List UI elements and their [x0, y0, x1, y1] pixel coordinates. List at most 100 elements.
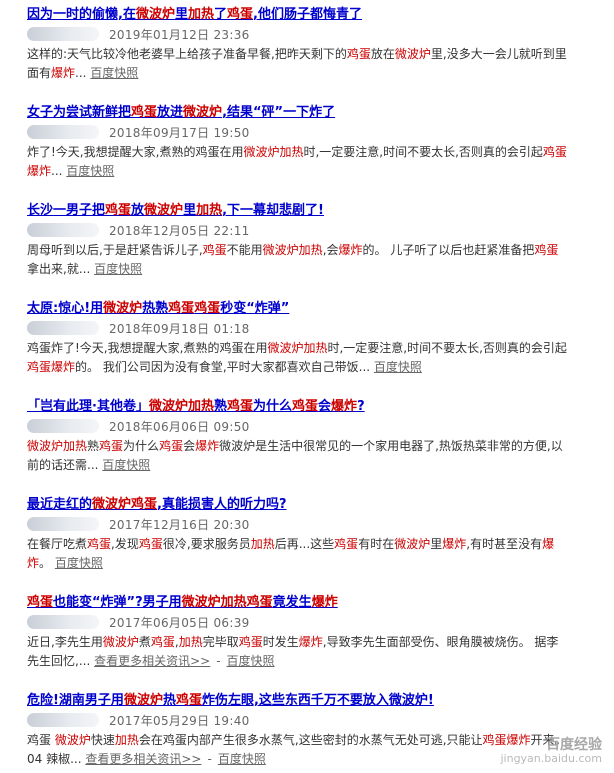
result-abstract: 周母听到以后,于是赶紧告诉儿子,鸡蛋不能用微波炉加热,会爆炸的。 儿子听了以后也… — [27, 241, 567, 279]
title-text: 热熟 — [142, 301, 169, 316]
source-logo-blurred — [27, 125, 99, 139]
title-text: 「岂有此理·其他卷」 — [27, 399, 149, 414]
more-news-link[interactable]: 查看更多相关资讯>> — [85, 752, 201, 766]
title-text: 也能变“炸弹”?男子用 — [53, 595, 182, 610]
result-item: 太原:惊心!用微波炉热熟鸡蛋鸡蛋秒变“炸弹” 2018年09月18日 01:18 鸡… — [27, 300, 602, 377]
title-text: 里 — [174, 7, 188, 22]
title-highlight: 微波炉加热鸡蛋 — [181, 595, 273, 610]
abstract-text: 会在鸡蛋内部产生很多水蒸气,这些密封的水蒸气无处可逃,只能让 — [138, 733, 483, 747]
title-text: 热 — [162, 693, 176, 708]
result-title-link[interactable]: 太原:惊心!用微波炉热熟鸡蛋鸡蛋秒变“炸弹” — [27, 300, 602, 318]
title-text: 因为一时的偷懒,在 — [27, 7, 136, 22]
title-highlight: 微波炉 — [144, 203, 184, 218]
snapshot-link[interactable]: 百度快照 — [227, 654, 275, 668]
abstract-highlight: 爆炸 — [298, 635, 323, 649]
title-text: 炸伤左眼,这些东西千万不要放入微波炉! — [201, 693, 434, 708]
title-highlight: 鸡蛋 — [27, 595, 54, 610]
abstract-text: 时,一定要注意,时间不要太长,否则真的会引起 — [327, 341, 567, 355]
publish-date: 2017年05月29日 19:40 — [109, 713, 250, 728]
abstract-text: 近日,李先生用 — [27, 635, 103, 649]
title-highlight: 微波炉 — [183, 105, 223, 120]
abstract-text: 完毕取 — [202, 635, 239, 649]
abstract-text: 很冷,要求服务员 — [162, 537, 251, 551]
result-abstract: 鸡蛋炸了!今天,我想提醒大家,煮熟的鸡蛋在用微波炉加热时,一定要注意,时间不要太… — [27, 339, 567, 377]
title-highlight: 鸡蛋 — [226, 399, 253, 414]
title-highlight: 鸡蛋 — [175, 693, 202, 708]
title-text: ,他们肠子都悔青了 — [253, 7, 362, 22]
abstract-text: 熟 — [87, 439, 100, 453]
title-text: 放进 — [157, 105, 184, 120]
result-item: 因为一时的偷懒,在微波炉里加热了鸡蛋,他们肠子都悔青了 2019年01月12日 2… — [27, 6, 602, 83]
result-abstract: 近日,李先生用微波炉煮鸡蛋,加热完毕取鸡蛋时发生爆炸,导致李先生面部受伤、眼角膜… — [27, 633, 567, 671]
abstract-highlight: 微波炉 — [394, 47, 431, 61]
title-highlight: 加热 — [187, 7, 214, 22]
snapshot-link[interactable]: 百度快照 — [55, 556, 103, 570]
abstract-text: ,会 — [322, 243, 339, 257]
result-title-link[interactable]: 危险!湖南男子用微波炉热鸡蛋炸伤左眼,这些东西千万不要放入微波炉! — [27, 692, 602, 710]
snapshot-link[interactable]: 百度快照 — [66, 164, 114, 178]
title-highlight: 微波炉 — [103, 301, 143, 316]
abstract-highlight: 鸡蛋 — [150, 635, 175, 649]
publish-date: 2018年09月17日 19:50 — [109, 125, 250, 140]
result-title-link[interactable]: 「岂有此理·其他卷」微波炉加热熟鸡蛋为什么鸡蛋会爆炸? — [27, 398, 602, 416]
abstract-highlight: 鸡蛋 — [202, 243, 227, 257]
result-title-link[interactable]: 最近走红的微波炉鸡蛋,真能损害人的听力吗? — [27, 496, 602, 514]
snapshot-link[interactable]: 百度快照 — [102, 458, 150, 472]
publish-date: 2018年12月05日 22:11 — [109, 223, 250, 238]
title-text: 熟 — [213, 399, 227, 414]
publish-date: 2017年06月05日 06:39 — [109, 615, 250, 630]
link-separator: - — [207, 752, 212, 766]
result-item: 最近走红的微波炉鸡蛋,真能损害人的听力吗? 2017年12月16日 20:30 在餐… — [27, 496, 602, 573]
title-highlight: 微波炉加热 — [148, 399, 214, 414]
snapshot-link[interactable]: 百度快照 — [90, 66, 138, 80]
title-text: 放 — [131, 203, 145, 218]
title-text: 为什么 — [253, 399, 293, 414]
abstract-text: 有时在 — [358, 537, 395, 551]
abstract-highlight: 爆炸 — [195, 439, 220, 453]
source-logo-blurred — [27, 321, 99, 335]
baidu-jingyan-watermark: 百度经验 jingyan.baidu.com — [500, 738, 602, 765]
title-highlight: 微波炉 — [135, 7, 175, 22]
title-text: 太原:惊心!用 — [27, 301, 104, 316]
result-item: 鸡蛋也能变“炸弹”?男子用微波炉加热鸡蛋竟发生爆炸 2017年06月05日 06:… — [27, 594, 602, 671]
more-news-link[interactable]: 查看更多相关资讯>> — [94, 654, 210, 668]
abstract-text: 不能用 — [226, 243, 263, 257]
result-title-link[interactable]: 长沙一男子把鸡蛋放微波炉里加热,下一幕却悲剧了! — [27, 202, 602, 220]
result-item: 长沙一男子把鸡蛋放微波炉里加热,下一幕却悲剧了! 2018年12月05日 22:1… — [27, 202, 602, 279]
abstract-text: 时发生 — [262, 635, 299, 649]
title-highlight: 鸡蛋 — [131, 105, 158, 120]
title-text: 里 — [183, 203, 197, 218]
title-text: ,下一幕却悲剧了! — [222, 203, 324, 218]
snapshot-link[interactable]: 百度快照 — [94, 262, 142, 276]
snapshot-link[interactable]: 百度快照 — [218, 752, 266, 766]
result-abstract: 在餐厅吃煮鸡蛋,发现鸡蛋很冷,要求服务员加热后再...这些鸡蛋有时在微波炉里爆炸… — [27, 535, 567, 573]
source-logo-blurred — [27, 517, 99, 531]
abstract-text: 鸡蛋 — [27, 733, 55, 747]
snapshot-link[interactable]: 百度快照 — [374, 360, 422, 374]
title-text: 危险!湖南男子用 — [27, 693, 124, 708]
source-logo-blurred — [27, 615, 99, 629]
title-text: 竟发生 — [272, 595, 312, 610]
abstract-highlight: 微波炉加热 — [27, 439, 88, 453]
title-text: 最近走红的 — [27, 497, 93, 512]
abstract-text: ... — [51, 164, 67, 178]
result-title-link[interactable]: 女子为尝试新鲜把鸡蛋放进微波炉,结果“砰”一下炸了 — [27, 104, 602, 122]
publish-date: 2019年01月12日 23:36 — [109, 27, 250, 42]
title-highlight: 加热 — [196, 203, 223, 218]
result-title-link[interactable]: 因为一时的偷懒,在微波炉里加热了鸡蛋,他们肠子都悔青了 — [27, 6, 602, 24]
abstract-text: 。 — [39, 556, 55, 570]
abstract-highlight: 微波炉 — [102, 635, 139, 649]
abstract-text: 鸡蛋炸了!今天,我想提醒大家,煮熟的鸡蛋在用 — [27, 341, 268, 355]
title-highlight: 爆炸 — [311, 595, 338, 610]
result-item: 女子为尝试新鲜把鸡蛋放进微波炉,结果“砰”一下炸了 2018年09月17日 19:… — [27, 104, 602, 181]
result-abstract: 微波炉加热熟鸡蛋为什么鸡蛋会爆炸微波炉是生活中很常见的一个家用电器了,热饭热菜非… — [27, 437, 567, 475]
title-text: ,结果“砰”一下炸了 — [222, 105, 336, 120]
abstract-text: 时,一定要注意,时间不要太长,否则真的会引起 — [303, 145, 543, 159]
result-title-link[interactable]: 鸡蛋也能变“炸弹”?男子用微波炉加热鸡蛋竟发生爆炸 — [27, 594, 602, 612]
abstract-text: 炸了!今天,我想提醒大家,煮熟的鸡蛋在用 — [27, 145, 244, 159]
abstract-text: 后再...这些 — [274, 537, 335, 551]
title-highlight: 鸡蛋 — [292, 399, 319, 414]
abstract-text: ... — [75, 66, 91, 80]
abstract-text: 这样的:天气比较冷他老婆早上给孩子准备早餐,把昨天剩下的 — [27, 47, 347, 61]
search-results: 因为一时的偷懒,在微波炉里加热了鸡蛋,他们肠子都悔青了 2019年01月12日 2… — [0, 0, 602, 769]
